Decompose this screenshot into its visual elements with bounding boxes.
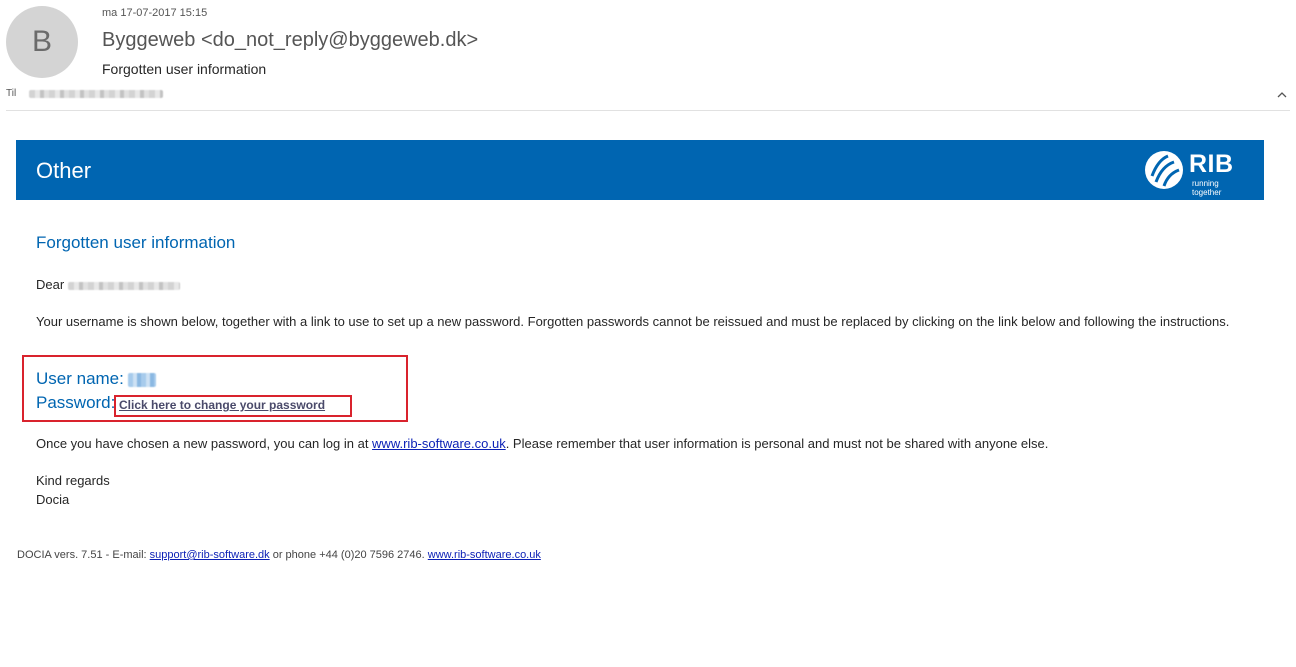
- logo-tagline: running together: [1192, 179, 1222, 197]
- header-divider: [6, 110, 1290, 111]
- logo-text: RIB: [1189, 150, 1234, 178]
- to-label: Til: [6, 88, 17, 99]
- sender: Byggeweb <do_not_reply@byggeweb.dk>: [102, 29, 479, 51]
- login-text-after: . Please remember that user information …: [505, 436, 1049, 451]
- timestamp: ma 17-07-2017 15:15: [102, 7, 208, 19]
- to-recipient-redacted: [29, 90, 163, 98]
- support-email-link[interactable]: support@rib-software.dk: [150, 549, 270, 561]
- change-password-link[interactable]: Click here to change your password: [119, 398, 325, 412]
- footer-site-link[interactable]: www.rib-software.co.uk: [428, 549, 541, 561]
- footer-prefix: DOCIA vers. 7.51 - E-mail:: [17, 549, 150, 561]
- greeting-label: Dear: [36, 277, 65, 292]
- footer-middle: or phone +44 (0)20 7596 2746.: [269, 549, 428, 561]
- intro-paragraph: Your username is shown below, together w…: [36, 314, 1230, 329]
- footer: DOCIA vers. 7.51 - E-mail: support@rib-s…: [17, 549, 541, 561]
- avatar: B: [6, 6, 78, 78]
- email-banner: Other RIB running together: [16, 140, 1264, 200]
- banner-title: Other: [36, 158, 92, 183]
- email-heading: Forgotten user information: [36, 233, 236, 252]
- rib-logo: RIB running together: [1144, 148, 1248, 197]
- login-paragraph: Once you have chosen a new password, you…: [36, 434, 1048, 453]
- signature: Docia: [36, 492, 70, 507]
- chevron-up-icon[interactable]: [1275, 88, 1289, 102]
- site-link[interactable]: www.rib-software.co.uk: [372, 436, 506, 451]
- greeting: Dear: [36, 275, 181, 294]
- username-line: User name:: [36, 369, 156, 389]
- closing: Kind regards: [36, 473, 110, 488]
- recipient-name-redacted: [68, 281, 181, 290]
- username-value-redacted: [127, 372, 156, 387]
- login-text-before: Once you have chosen a new password, you…: [36, 436, 373, 451]
- username-label: User name:: [36, 369, 124, 388]
- password-label: Password:: [36, 393, 116, 412]
- subject: Forgotten user information: [102, 61, 267, 77]
- rib-logo-icon: [1145, 151, 1183, 189]
